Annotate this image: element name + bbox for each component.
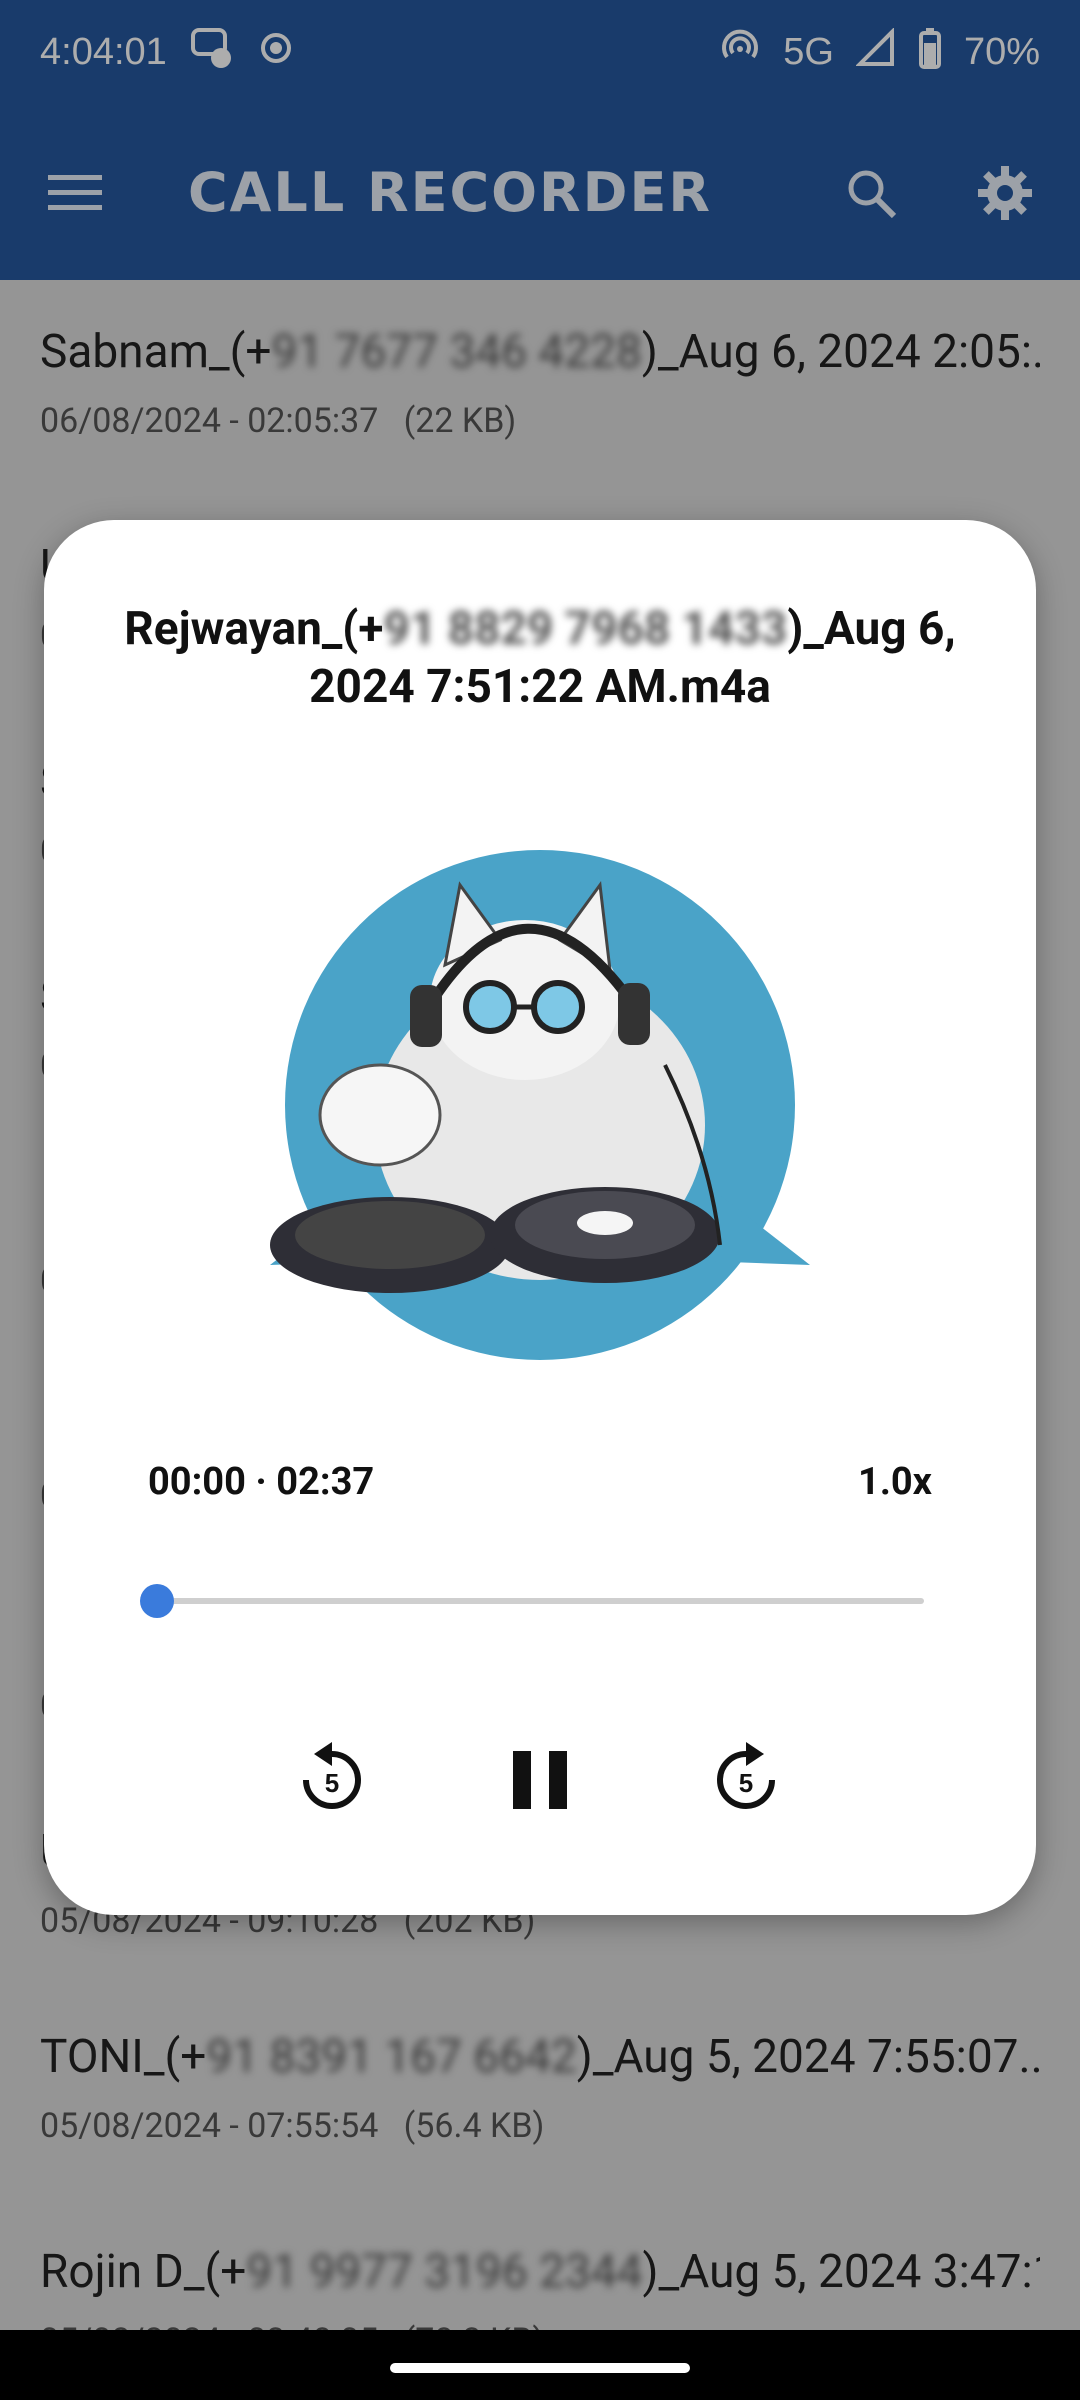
forward-seconds: 5	[739, 1768, 753, 1798]
recording-title: Rejwayan_(+91 8829 7968 1433)_Aug 6, 202…	[124, 602, 956, 714]
playback-speed-button[interactable]: 1.0x	[858, 1460, 932, 1504]
pause-icon[interactable]	[480, 1720, 600, 1840]
album-art	[240, 835, 840, 1395]
player-dialog: Rejwayan_(+91 8829 7968 1433)_Aug 6, 202…	[44, 520, 1036, 1915]
replay-5-icon[interactable]: 5	[272, 1720, 392, 1840]
playback-time: 00:00 · 02:37	[148, 1460, 375, 1504]
seek-bar[interactable]	[156, 1598, 924, 1604]
home-handle[interactable]	[390, 2363, 690, 2373]
seek-thumb[interactable]	[140, 1584, 174, 1618]
forward-5-icon[interactable]: 5	[686, 1720, 806, 1840]
rewind-seconds: 5	[325, 1768, 339, 1798]
